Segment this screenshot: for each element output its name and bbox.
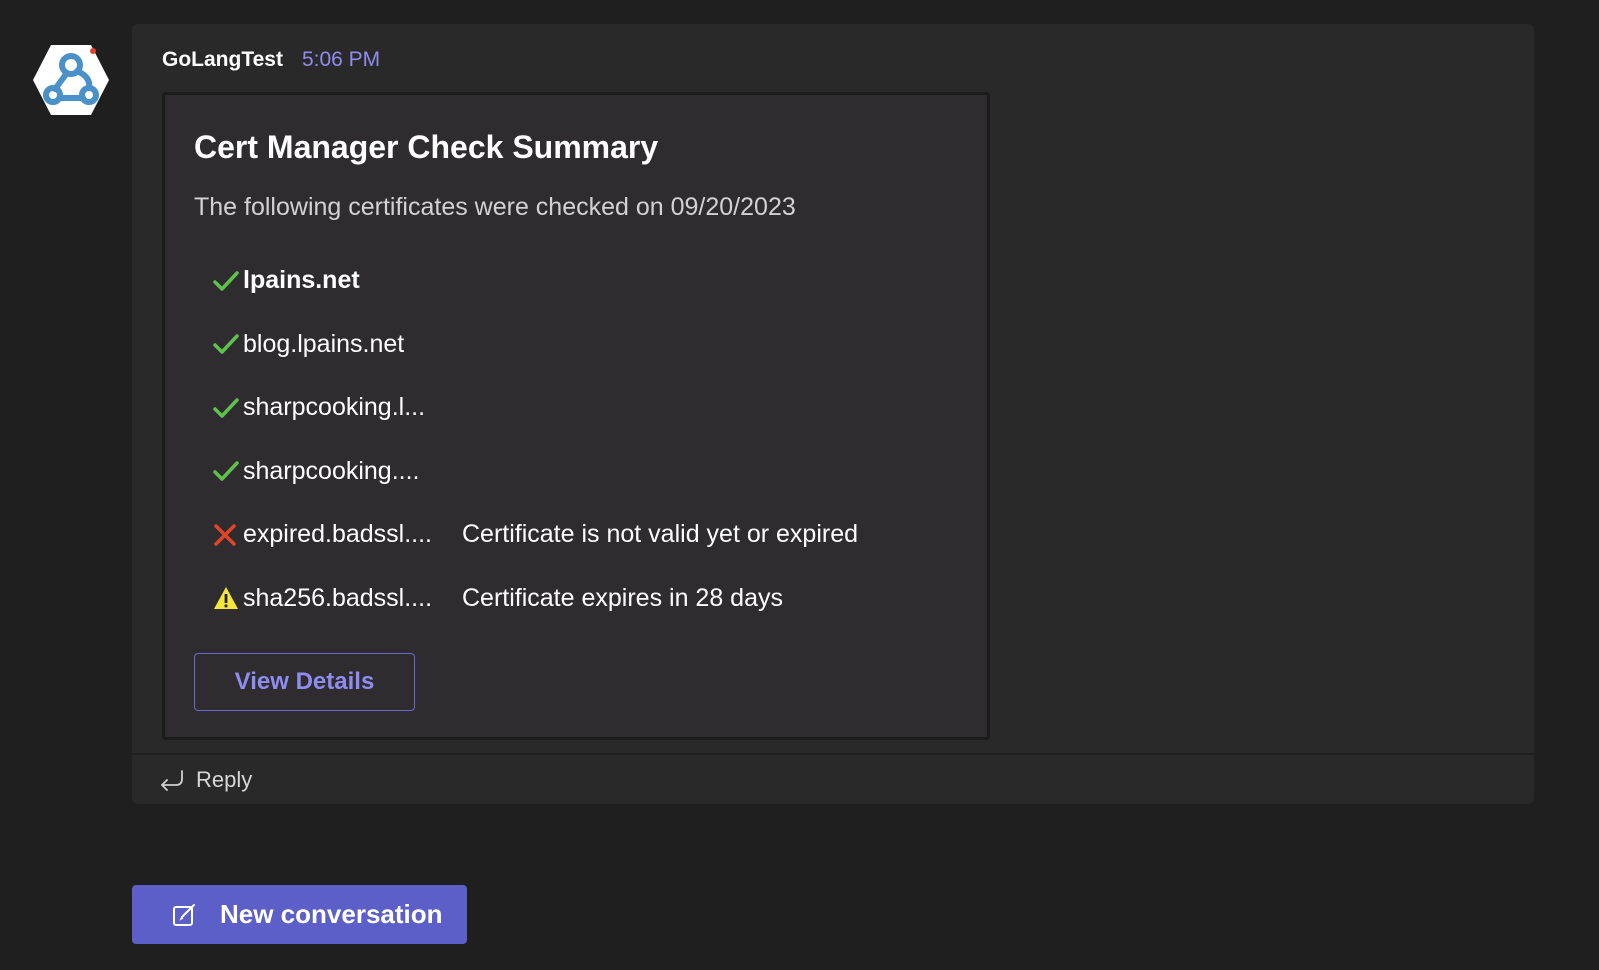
certificate-name: expired.badssl.... [243, 520, 432, 549]
message-header: GoLangTest 5:06 PM [162, 48, 380, 72]
certificate-row: sharpcooking.l... [213, 376, 973, 440]
webhook-icon [33, 45, 109, 115]
new-conversation-button[interactable]: New conversation [132, 885, 467, 944]
certificate-name: sha256.badssl.... [243, 583, 433, 612]
card-title: Cert Manager Check Summary [194, 129, 659, 165]
warning-icon [213, 583, 243, 613]
bot-avatar[interactable] [31, 43, 111, 117]
message-timestamp: 5:06 PM [301, 48, 381, 71]
certificate-row: expired.badssl.... Certificate is not va… [213, 503, 973, 567]
certificate-note: Certificate is not valid yet or expired [462, 520, 859, 549]
certificate-name: lpains.net [243, 266, 360, 295]
check-icon [213, 456, 243, 486]
certificate-name: sharpcooking.l... [243, 393, 426, 422]
certificate-name: sharpcooking.... [243, 456, 420, 485]
certificate-row: lpains.net [213, 249, 973, 313]
check-icon [213, 329, 243, 359]
sender-name[interactable]: GoLangTest [162, 48, 283, 72]
card-subtitle: The following certificates were checked … [194, 193, 796, 221]
new-conversation-label: New conversation [220, 899, 443, 929]
chat-pane: GoLangTest 5:06 PM Cert Manager Check Su… [0, 0, 1599, 970]
message-bubble: GoLangTest 5:06 PM Cert Manager Check Su… [132, 24, 1534, 804]
reply-button[interactable]: Reply [132, 753, 1534, 804]
certificate-row: sha256.badssl.... Certificate expires in… [213, 567, 973, 631]
view-details-button[interactable]: View Details [194, 653, 415, 711]
certificate-note: Certificate expires in 28 days [462, 583, 783, 612]
certificate-row: sharpcooking.... [213, 440, 973, 504]
certificate-row: blog.lpains.net [213, 313, 973, 377]
cross-icon [213, 520, 243, 550]
check-icon [213, 393, 243, 423]
reply-arrow-icon [161, 769, 183, 791]
adaptive-card: Cert Manager Check Summary The following… [162, 92, 990, 740]
certificate-name: blog.lpains.net [243, 329, 405, 358]
certificate-list: lpains.net blog.lpains.net sharpcooking.… [213, 249, 973, 630]
check-icon [213, 266, 243, 296]
reply-label: Reply [196, 766, 253, 792]
compose-icon [173, 903, 195, 926]
